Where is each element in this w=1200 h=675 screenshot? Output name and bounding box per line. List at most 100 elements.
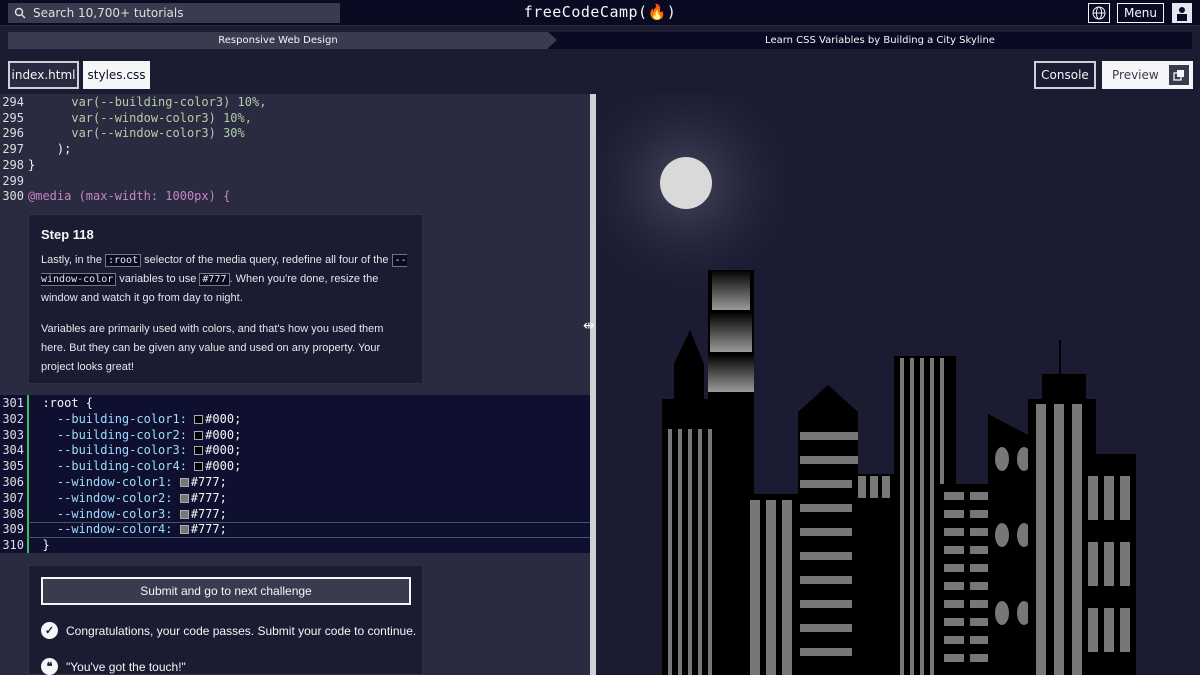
quote-icon: ❝ bbox=[41, 658, 58, 675]
line-number: 300 bbox=[2, 189, 24, 204]
line-number: 294 bbox=[2, 95, 24, 109]
resize-cursor-icon: ⇹ bbox=[583, 318, 595, 334]
color-swatch[interactable] bbox=[179, 478, 189, 487]
code-text: var(--window-color3) 30% bbox=[28, 126, 245, 141]
css-value: #777; bbox=[190, 506, 227, 521]
breadcrumb: Responsive Web Design Learn CSS Variable… bbox=[8, 32, 1192, 49]
code-line: 305 --building-color4: #000; bbox=[0, 458, 590, 474]
code-line: 298} bbox=[0, 157, 590, 173]
line-number: 305 bbox=[2, 459, 24, 474]
inline-code: #777 bbox=[199, 273, 230, 286]
code-line: 297 ); bbox=[0, 141, 590, 157]
line-number: 306 bbox=[2, 475, 24, 489]
city-skyline bbox=[596, 94, 1136, 675]
line-number: 309 bbox=[2, 522, 24, 537]
color-swatch[interactable] bbox=[194, 430, 204, 440]
user-icon bbox=[1177, 7, 1187, 21]
code-editor[interactable]: 294 var(--building-color3) 10%, 295 var(-… bbox=[0, 94, 590, 675]
preview-button[interactable]: Preview bbox=[1102, 61, 1193, 89]
code-line: 303 --building-color2: #000; bbox=[0, 427, 590, 443]
css-property: --building-color1: bbox=[28, 411, 195, 426]
code-text: ); bbox=[28, 142, 72, 157]
popout-button[interactable] bbox=[1169, 65, 1189, 85]
avatar[interactable] bbox=[1172, 3, 1192, 23]
code-line: 300 @media (max-width: 1000px) { bbox=[0, 188, 590, 204]
code-line: 307 --window-color2: #777; bbox=[0, 490, 590, 506]
code-line: 296 var(--window-color3) 30% bbox=[0, 125, 590, 141]
fcc-logo[interactable]: freeCodeCamp(🔥) bbox=[0, 3, 1200, 21]
code-line: 304 --building-color3: #000; bbox=[0, 442, 590, 458]
console-button[interactable]: Console bbox=[1034, 61, 1096, 89]
preview-label: Preview bbox=[1112, 68, 1159, 82]
color-swatch[interactable] bbox=[179, 509, 189, 519]
css-value: #000; bbox=[205, 427, 242, 442]
code-line: 299 bbox=[0, 173, 590, 189]
code-text: } bbox=[28, 538, 50, 553]
step-title: Step 118 bbox=[41, 227, 94, 242]
editor-tabs: index.html styles.css Console Preview bbox=[0, 58, 1200, 94]
check-icon: ✓ bbox=[41, 622, 58, 639]
quote-text: "You've got the touch!" bbox=[66, 659, 186, 674]
popout-icon bbox=[1173, 70, 1184, 81]
inline-code: :root bbox=[105, 254, 142, 267]
color-swatch[interactable] bbox=[194, 414, 204, 424]
css-property: --building-color4: bbox=[28, 459, 195, 474]
line-number: 310 bbox=[2, 538, 24, 553]
code-line: 302 --building-color1: #000; bbox=[0, 411, 590, 427]
buildings bbox=[662, 270, 1136, 675]
code-text: var(--window-color3) 10%, bbox=[28, 110, 252, 125]
language-button[interactable] bbox=[1088, 3, 1110, 23]
css-property: --window-color4: bbox=[28, 522, 180, 537]
code-line: 310 } bbox=[0, 537, 590, 553]
css-property: --window-color3: bbox=[28, 506, 180, 521]
line-number: 308 bbox=[2, 506, 24, 521]
code-line: 295 var(--window-color3) 10%, bbox=[0, 110, 590, 126]
code-line: 308 --window-color3: #777; bbox=[0, 506, 590, 522]
step-description-panel: Step 118 Lastly, in the :root selector o… bbox=[28, 214, 423, 384]
menu-button[interactable]: Menu bbox=[1117, 3, 1164, 23]
code-line: 306 --window-color1: #777; bbox=[0, 474, 590, 490]
css-value: #777; bbox=[190, 475, 227, 489]
css-property: --window-color1: bbox=[28, 475, 180, 489]
css-property: --building-color3: bbox=[28, 443, 195, 458]
step-text: Lastly, in the bbox=[41, 254, 105, 266]
submit-button[interactable]: Submit and go to next challenge bbox=[41, 577, 411, 605]
test-results-panel: Submit and go to next challenge ✓ Congra… bbox=[28, 565, 423, 675]
line-number: 299 bbox=[2, 173, 24, 188]
line-number: 296 bbox=[2, 126, 24, 141]
breadcrumb-project[interactable]: Learn CSS Variables by Building a City S… bbox=[548, 32, 1192, 49]
color-swatch[interactable] bbox=[179, 493, 189, 503]
css-property: --building-color2: bbox=[28, 427, 195, 442]
css-value: #000; bbox=[205, 411, 242, 426]
globe-icon bbox=[1092, 6, 1106, 20]
color-swatch[interactable] bbox=[194, 462, 204, 472]
step-instructions: Lastly, in the :root selector of the med… bbox=[41, 251, 410, 308]
tab-styles-css[interactable]: styles.css bbox=[83, 61, 150, 89]
css-value: #777; bbox=[190, 522, 227, 537]
code-line: 309 --window-color4: #777; bbox=[0, 521, 590, 537]
css-value: #777; bbox=[190, 490, 227, 505]
moon bbox=[660, 157, 712, 209]
line-number: 303 bbox=[2, 427, 24, 442]
pass-message: ✓ Congratulations, your code passes. Sub… bbox=[41, 622, 416, 639]
top-nav: Search 10,700+ tutorials freeCodeCamp(🔥)… bbox=[0, 0, 1200, 26]
code-text: } bbox=[28, 157, 36, 172]
line-number: 295 bbox=[2, 110, 24, 125]
line-number: 302 bbox=[2, 411, 24, 426]
line-number: 298 bbox=[2, 157, 24, 172]
css-value: #000; bbox=[205, 459, 242, 474]
css-property: --window-color2: bbox=[28, 490, 180, 505]
code-text: @media (max-width: 1000px) { bbox=[28, 189, 231, 204]
code-text: var(--building-color3) 10%, bbox=[28, 95, 267, 109]
pass-text: Congratulations, your code passes. Submi… bbox=[66, 623, 417, 638]
color-swatch[interactable] bbox=[179, 525, 189, 535]
line-number: 301 bbox=[2, 396, 24, 410]
line-number: 307 bbox=[2, 490, 24, 505]
step-text: selector of the media query, redefine al… bbox=[141, 254, 392, 266]
tab-index-html[interactable]: index.html bbox=[8, 61, 79, 89]
step-note: Variables are primarily used with colors… bbox=[41, 323, 384, 373]
color-swatch[interactable] bbox=[194, 446, 204, 456]
breadcrumb-course[interactable]: Responsive Web Design bbox=[8, 32, 557, 49]
css-value: #000; bbox=[205, 443, 242, 458]
code-line: 301 :root { bbox=[0, 395, 590, 411]
